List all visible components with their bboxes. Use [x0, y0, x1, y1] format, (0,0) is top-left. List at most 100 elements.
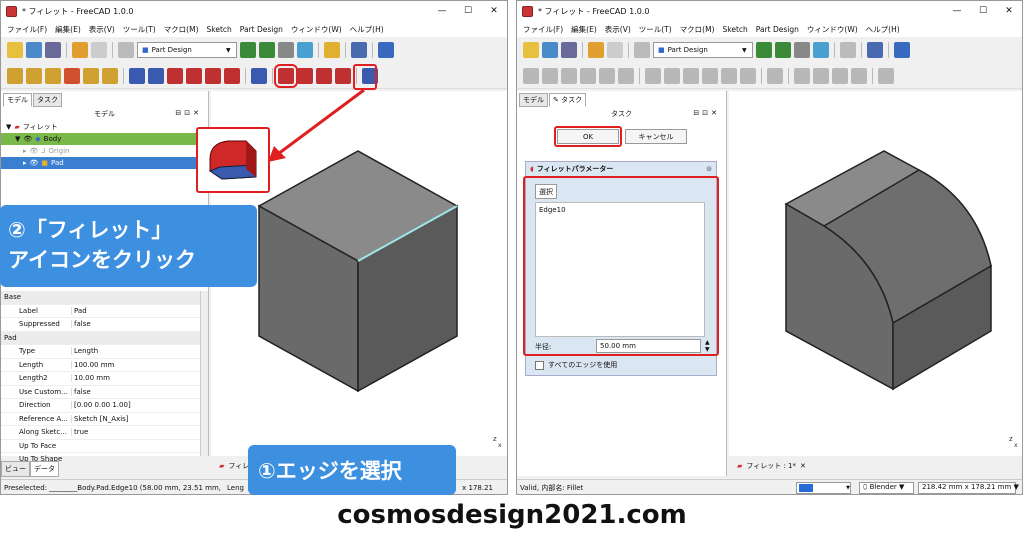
- menu-sketch[interactable]: Sketch: [723, 25, 748, 34]
- property-row[interactable]: Direction [0.00 0.00 1.00]: [1, 399, 206, 413]
- property-value[interactable]: Length: [71, 347, 206, 356]
- color-select[interactable]: ▼: [796, 482, 851, 494]
- hole-icon[interactable]: [664, 67, 680, 84]
- open-icon[interactable]: [542, 42, 558, 58]
- refresh-icon[interactable]: [118, 42, 134, 58]
- property-value[interactable]: 10.00 mm: [71, 374, 206, 383]
- tab-model[interactable]: モデル: [519, 93, 548, 107]
- property-row[interactable]: Length 100.00 mm: [1, 359, 206, 372]
- property-row[interactable]: Along Sketc... true: [1, 426, 206, 440]
- menu-part-design[interactable]: Part Design: [240, 25, 283, 34]
- menu-view[interactable]: 表示(V): [605, 24, 631, 35]
- hole-icon[interactable]: [148, 67, 164, 84]
- fit-selection-icon[interactable]: [775, 42, 791, 58]
- save-icon[interactable]: [561, 42, 577, 58]
- undo-icon[interactable]: [588, 42, 604, 58]
- property-row[interactable]: Up To Face: [1, 440, 206, 453]
- cancel-button[interactable]: キャンセル: [625, 129, 687, 144]
- workbench-select[interactable]: ■ Part Design ▼: [137, 42, 237, 58]
- tab-view[interactable]: ビュー: [1, 461, 30, 477]
- close-button[interactable]: ✕: [481, 6, 507, 16]
- menu-window[interactable]: ウィンドウ(W): [291, 24, 342, 35]
- mirrored-icon[interactable]: [878, 67, 894, 84]
- measure-icon[interactable]: [813, 42, 829, 58]
- view-cube-icon[interactable]: [278, 42, 294, 58]
- boolean-icon[interactable]: [251, 67, 267, 84]
- menu-edit[interactable]: 編集(E): [571, 24, 597, 35]
- chamfer-icon[interactable]: [297, 67, 313, 84]
- tree-item-document[interactable]: ▼ ▰ フィレット: [1, 121, 208, 133]
- tab-data[interactable]: データ: [30, 461, 59, 477]
- menu-view[interactable]: 表示(V): [89, 24, 115, 35]
- body-icon[interactable]: [894, 42, 910, 58]
- view-cube-icon[interactable]: [794, 42, 810, 58]
- menu-edit[interactable]: 編集(E): [55, 24, 81, 35]
- minimize-button[interactable]: —: [944, 6, 970, 16]
- workbench-select[interactable]: ■ Part Design ▼: [653, 42, 753, 58]
- pocket-icon[interactable]: [129, 67, 145, 84]
- refresh-icon[interactable]: [634, 42, 650, 58]
- collapse-icon[interactable]: ⊙: [706, 165, 712, 173]
- tab-model[interactable]: モデル: [3, 93, 32, 107]
- revolution-icon[interactable]: [542, 67, 558, 84]
- subtractive-loft-icon[interactable]: [186, 67, 202, 84]
- maximize-button[interactable]: ☐: [970, 6, 996, 16]
- property-row[interactable]: Label Pad: [1, 305, 206, 318]
- subtractive-pipe-icon[interactable]: [205, 67, 221, 84]
- menu-tools[interactable]: ツール(T): [123, 24, 156, 35]
- loft-icon[interactable]: [561, 67, 577, 84]
- draft-icon[interactable]: [316, 67, 332, 84]
- tab-task[interactable]: タスク: [33, 93, 62, 107]
- open-icon[interactable]: [26, 42, 42, 58]
- fit-all-icon[interactable]: [756, 42, 772, 58]
- document-tab[interactable]: フィレット : 1*: [746, 461, 796, 471]
- tree-item-origin[interactable]: ▸ 👁 ⅃ Origin: [1, 145, 208, 157]
- redo-icon[interactable]: [607, 42, 623, 58]
- property-row[interactable]: Reference A... Sketch [N_Axis]: [1, 413, 206, 426]
- close-button[interactable]: ✕: [996, 6, 1022, 16]
- property-value[interactable]: Sketch [N_Axis]: [71, 414, 206, 423]
- pad-icon[interactable]: [523, 67, 539, 84]
- menu-sketch[interactable]: Sketch: [207, 25, 232, 34]
- navigation-style-select[interactable]: ⬯ Blender ▼: [859, 482, 914, 494]
- property-row[interactable]: Type Length: [1, 345, 206, 359]
- additive-primitive-icon[interactable]: [102, 67, 118, 84]
- save-icon[interactable]: [45, 42, 61, 58]
- menu-help[interactable]: ヘルプ(H): [866, 24, 900, 35]
- thickness-icon[interactable]: [851, 67, 867, 84]
- maximize-button[interactable]: ☐: [455, 6, 481, 16]
- boolean-icon[interactable]: [767, 67, 783, 84]
- measure-icon[interactable]: [297, 42, 313, 58]
- pad-icon[interactable]: [7, 67, 23, 84]
- pipe-icon[interactable]: [64, 67, 80, 84]
- property-value[interactable]: false: [71, 387, 206, 396]
- fillet-icon[interactable]: [794, 67, 810, 84]
- menu-file[interactable]: ファイル(F): [523, 24, 563, 35]
- new-icon[interactable]: [523, 42, 539, 58]
- groove-icon[interactable]: [167, 67, 183, 84]
- subtractive-pipe-icon[interactable]: [721, 67, 737, 84]
- helix-icon[interactable]: [599, 67, 615, 84]
- property-row[interactable]: Length2 10.00 mm: [1, 372, 206, 386]
- property-value[interactable]: true: [71, 428, 206, 437]
- fillet-icon[interactable]: [274, 63, 298, 88]
- subtractive-primitive-icon[interactable]: [224, 67, 240, 84]
- property-value[interactable]: Pad: [71, 306, 206, 315]
- tree-item-pad[interactable]: ▸ 👁 ■ Pad: [1, 157, 208, 169]
- menu-macro[interactable]: マクロ(M): [164, 24, 199, 35]
- helix-icon[interactable]: [83, 67, 99, 84]
- draft-icon[interactable]: [832, 67, 848, 84]
- property-value[interactable]: false: [71, 320, 206, 329]
- thickness-icon[interactable]: [335, 67, 351, 84]
- body-icon[interactable]: [378, 42, 394, 58]
- whats-this-icon[interactable]: [867, 42, 883, 58]
- close-tab-icon[interactable]: ✕: [800, 462, 806, 470]
- minimize-button[interactable]: —: [429, 6, 455, 16]
- panel-controls[interactable]: ⊟⊡✕: [175, 109, 202, 117]
- menu-part-design[interactable]: Part Design: [756, 25, 799, 34]
- part-icon[interactable]: [840, 42, 856, 58]
- menu-help[interactable]: ヘルプ(H): [350, 24, 384, 35]
- property-row[interactable]: Suppressed false: [1, 318, 206, 332]
- use-all-edges-checkbox[interactable]: [535, 360, 544, 370]
- fit-selection-icon[interactable]: [259, 42, 275, 58]
